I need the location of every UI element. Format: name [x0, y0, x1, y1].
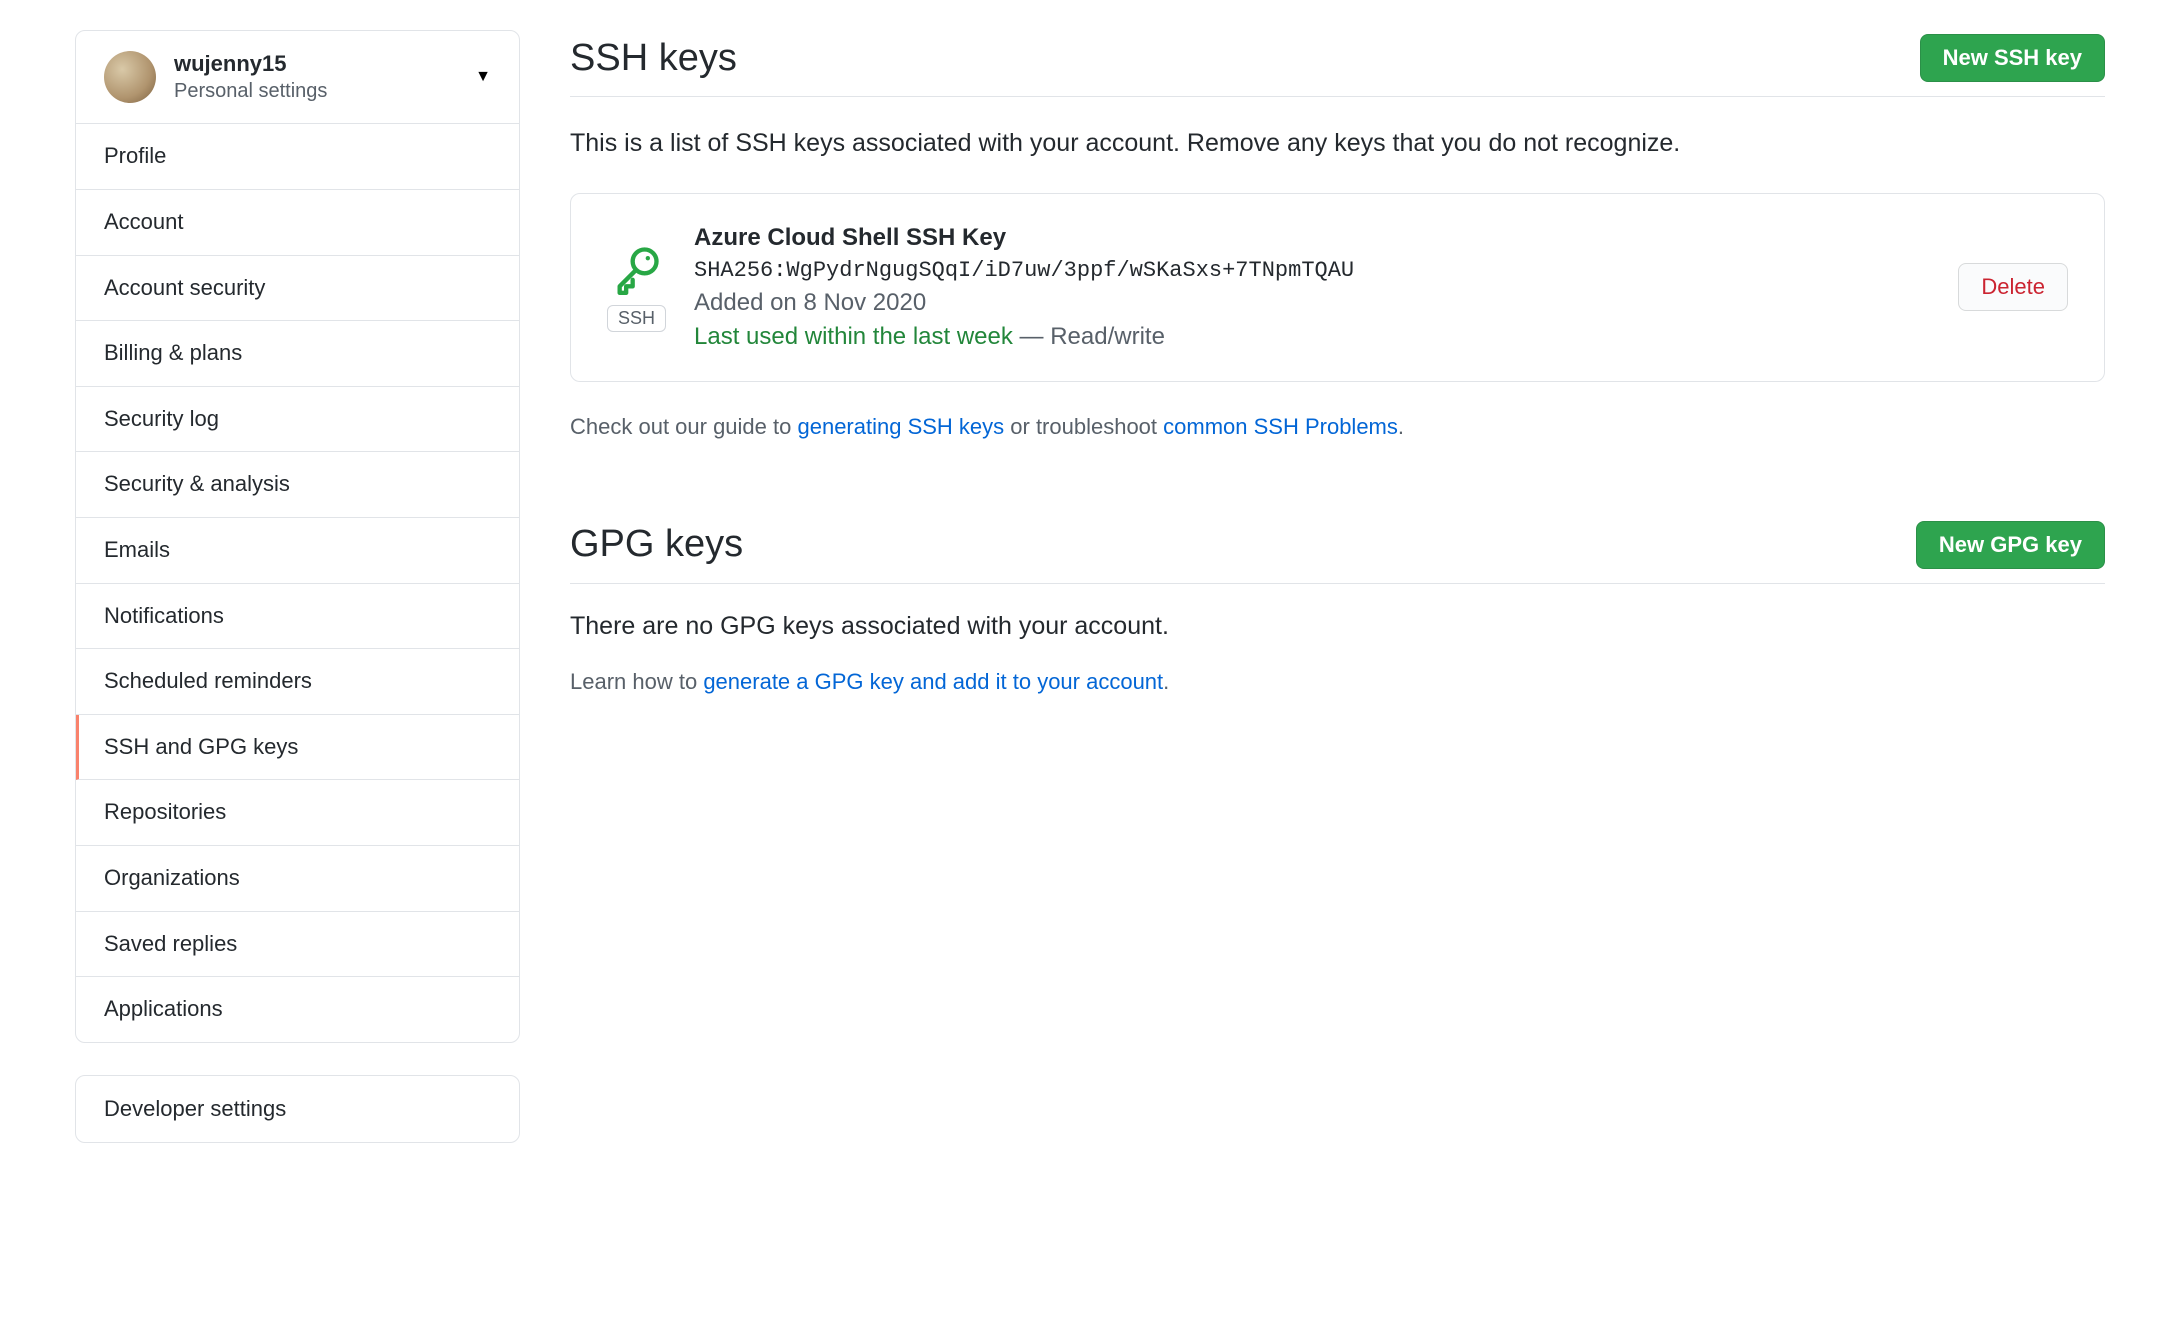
sidebar-item-developer-settings[interactable]: Developer settings: [75, 1075, 520, 1143]
ssh-guide-end: .: [1398, 414, 1404, 439]
ssh-guide-text: Check out our guide to generating SSH ke…: [570, 410, 2105, 443]
ssh-guide-pre: Check out our guide to: [570, 414, 797, 439]
sidebar-item-scheduled-reminders[interactable]: Scheduled reminders: [76, 649, 519, 715]
generating-ssh-keys-link[interactable]: generating SSH keys: [797, 414, 1004, 439]
ssh-key-permission: Read/write: [1050, 323, 1165, 350]
sidebar-item-notifications[interactable]: Notifications: [76, 584, 519, 650]
username: wujenny15: [174, 51, 457, 77]
new-ssh-key-button[interactable]: New SSH key: [1920, 34, 2105, 82]
gpg-learn-end: .: [1163, 669, 1169, 694]
ssh-key-fingerprint: SHA256:WgPydrNgugSQqI/iD7uw/3ppf/wSKaSxs…: [694, 258, 1930, 283]
sidebar-item-profile[interactable]: Profile: [76, 124, 519, 190]
sidebar-item-organizations[interactable]: Organizations: [76, 846, 519, 912]
sidebar-item-account-security[interactable]: Account security: [76, 256, 519, 322]
sidebar-item-applications[interactable]: Applications: [76, 977, 519, 1042]
ssh-key-last-used: Last used within the last week: [694, 323, 1013, 350]
sidebar-item-repositories[interactable]: Repositories: [76, 780, 519, 846]
delete-ssh-key-button[interactable]: Delete: [1958, 263, 2068, 311]
gpg-keys-title: GPG keys: [570, 523, 743, 566]
common-ssh-problems-link[interactable]: common SSH Problems: [1163, 414, 1398, 439]
sidebar-item-security-analysis[interactable]: Security & analysis: [76, 452, 519, 518]
key-icon: [611, 243, 663, 295]
ssh-key-item: SSH Azure Cloud Shell SSH Key SHA256:WgP…: [570, 193, 2105, 382]
sidebar-item-billing[interactable]: Billing & plans: [76, 321, 519, 387]
generate-gpg-key-link[interactable]: generate a GPG key and add it to your ac…: [703, 669, 1163, 694]
new-gpg-key-button[interactable]: New GPG key: [1916, 521, 2105, 569]
gpg-empty-text: There are no GPG keys associated with yo…: [570, 612, 2105, 641]
ssh-description: This is a list of SSH keys associated wi…: [570, 125, 2105, 163]
ssh-badge: SSH: [607, 305, 666, 332]
gpg-learn-text: Learn how to generate a GPG key and add …: [570, 669, 2105, 695]
gpg-learn-pre: Learn how to: [570, 669, 703, 694]
sidebar-item-security-log[interactable]: Security log: [76, 387, 519, 453]
ssh-key-perm-sep: —: [1013, 323, 1050, 350]
ssh-keys-title: SSH keys: [570, 37, 737, 80]
ssh-guide-mid: or troubleshoot: [1004, 414, 1163, 439]
sidebar-item-emails[interactable]: Emails: [76, 518, 519, 584]
chevron-down-icon: ▼: [475, 68, 491, 86]
avatar: [104, 51, 156, 103]
sidebar-item-saved-replies[interactable]: Saved replies: [76, 912, 519, 978]
ssh-key-added: Added on 8 Nov 2020: [694, 289, 1930, 317]
main-content: SSH keys New SSH key This is a list of S…: [570, 30, 2105, 1298]
user-subtitle: Personal settings: [174, 79, 457, 103]
sidebar-user-switcher[interactable]: wujenny15 Personal settings ▼: [76, 31, 519, 124]
sidebar-item-account[interactable]: Account: [76, 190, 519, 256]
ssh-key-name: Azure Cloud Shell SSH Key: [694, 224, 1930, 252]
settings-sidebar: wujenny15 Personal settings ▼ Profile Ac…: [75, 30, 520, 1298]
sidebar-item-ssh-gpg-keys[interactable]: SSH and GPG keys: [76, 715, 519, 781]
